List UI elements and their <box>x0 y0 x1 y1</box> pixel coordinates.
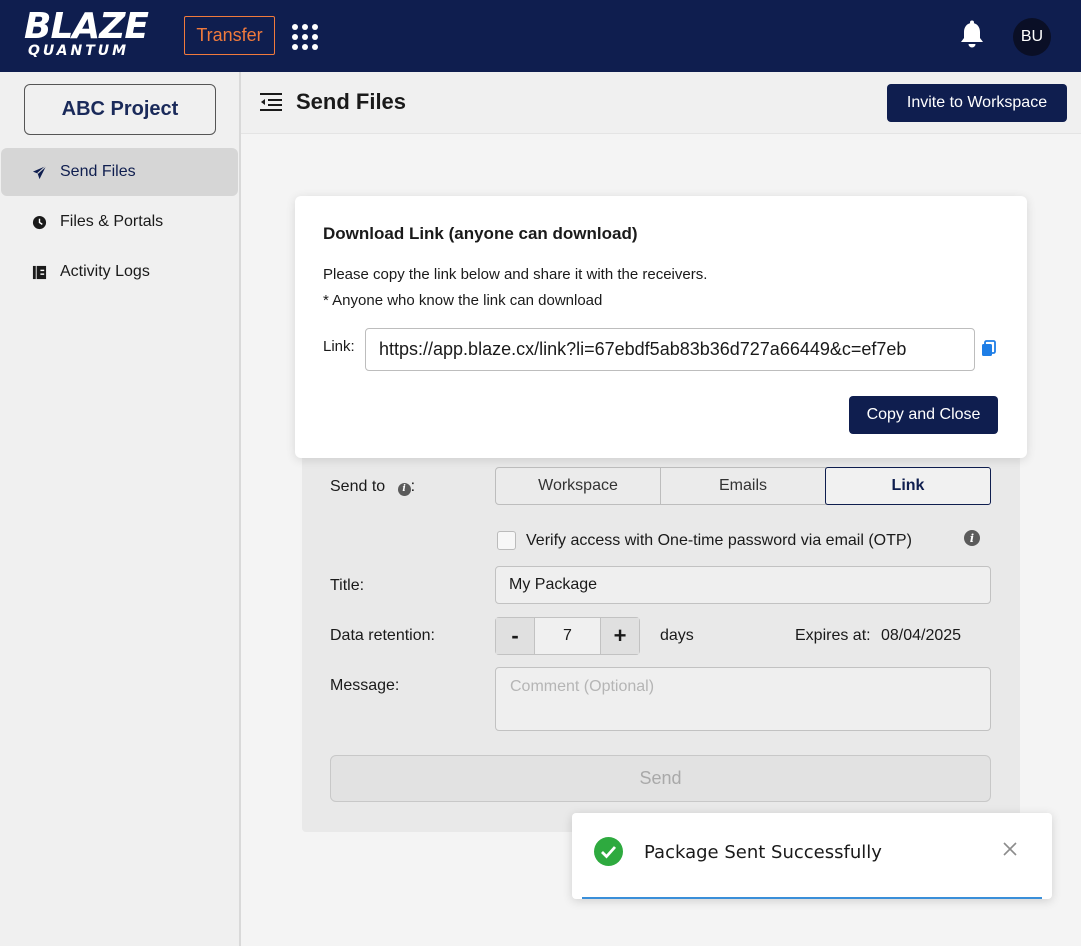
toast-progress-bar <box>582 897 1042 899</box>
retention-decrement-button[interactable]: - <box>496 618 534 654</box>
retention-value-input[interactable]: 7 <box>534 618 601 654</box>
send-to-selector: Workspace Emails Link <box>495 467 991 505</box>
log-book-icon <box>31 264 47 280</box>
modal-desc-line2: * Anyone who know the link can download <box>323 292 603 309</box>
clock-icon <box>31 214 47 230</box>
sidebar-item-label: Send Files <box>60 163 136 180</box>
sidebar-item-files-portals[interactable]: Files & Portals <box>1 198 238 246</box>
send-to-info-icon[interactable]: i <box>397 482 411 496</box>
download-link-modal: Download Link (anyone can download) Plea… <box>295 196 1027 458</box>
user-avatar[interactable]: BU <box>1013 18 1051 56</box>
send-button[interactable]: Send <box>330 755 991 802</box>
top-bar: BLAZE QUANTUM Transfer BU <box>0 0 1081 72</box>
success-toast: Package Sent Successfully <box>572 813 1052 899</box>
collapse-menu-icon[interactable] <box>260 92 282 112</box>
apps-grid-icon[interactable] <box>292 24 318 50</box>
sidebar-item-send-files[interactable]: Send Files <box>1 148 238 196</box>
title-input[interactable]: My Package <box>495 566 991 604</box>
retention-unit: days <box>660 627 694 644</box>
paper-plane-icon <box>31 164 47 180</box>
sidebar-item-activity-logs[interactable]: Activity Logs <box>1 248 238 296</box>
link-label: Link: <box>323 338 355 355</box>
otp-checkbox[interactable] <box>497 531 516 550</box>
blaze-quantum-logo[interactable]: BLAZE QUANTUM <box>24 6 162 60</box>
close-icon[interactable] <box>1002 841 1018 857</box>
retention-stepper: - 7 + <box>495 617 640 655</box>
sidebar-item-label: Files & Portals <box>60 213 164 230</box>
logo-main-text: BLAZE <box>24 6 149 47</box>
page-title: Send Files <box>296 89 407 114</box>
send-option-link[interactable]: Link <box>825 467 991 505</box>
notification-bell-icon[interactable] <box>958 20 986 50</box>
download-link-field[interactable]: https://app.blaze.cx/link?li=67ebdf5ab83… <box>365 328 975 371</box>
retention-increment-button[interactable]: + <box>601 618 639 654</box>
page-header: Send Files Invite to Workspace <box>241 72 1081 134</box>
toast-message: Package Sent Successfully <box>644 842 882 863</box>
copy-and-close-button[interactable]: Copy and Close <box>849 396 998 434</box>
retention-label: Data retention: <box>330 627 435 644</box>
copy-icon[interactable] <box>981 340 997 358</box>
message-textarea[interactable]: Comment (Optional) <box>495 667 991 731</box>
project-selector-button[interactable]: ABC Project <box>24 84 216 135</box>
success-check-icon <box>594 837 623 866</box>
send-option-workspace[interactable]: Workspace <box>496 468 661 504</box>
send-to-label: Send to i: <box>330 478 416 496</box>
otp-label: Verify access with One-time password via… <box>526 532 912 549</box>
modal-description: Please copy the link below and share it … <box>323 262 707 314</box>
transfer-button[interactable]: Transfer <box>184 16 275 55</box>
invite-to-workspace-button[interactable]: Invite to Workspace <box>887 84 1067 122</box>
sidebar: ABC Project Send Files Files & Portals A… <box>0 72 241 946</box>
modal-title: Download Link (anyone can download) <box>323 224 638 243</box>
otp-info-icon[interactable]: i <box>964 530 980 546</box>
modal-desc-line1: Please copy the link below and share it … <box>323 266 708 283</box>
expires-label: Expires at: <box>795 627 871 644</box>
title-label: Title: <box>330 577 365 594</box>
message-label: Message: <box>330 677 400 694</box>
send-option-emails[interactable]: Emails <box>661 468 826 504</box>
expires-value: 08/04/2025 <box>881 627 962 644</box>
sidebar-item-label: Activity Logs <box>60 263 150 280</box>
